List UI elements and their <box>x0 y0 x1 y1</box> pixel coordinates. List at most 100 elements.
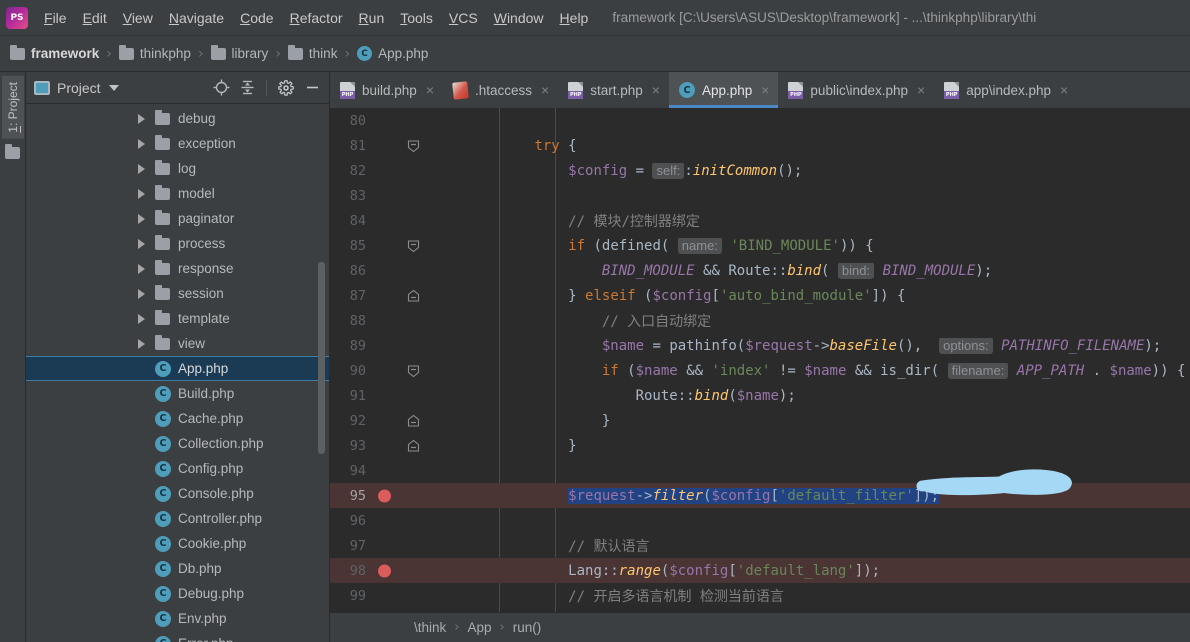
tree-item-console-php[interactable]: Console.php <box>26 481 329 506</box>
tree-item-env-php[interactable]: Env.php <box>26 606 329 631</box>
menu-item-refactor[interactable]: Refactor <box>282 6 351 30</box>
menu-item-file[interactable]: File <box>36 6 75 30</box>
fold-marker-fold-end[interactable] <box>407 414 420 427</box>
menu-item-run[interactable]: Run <box>351 6 393 30</box>
fold-marker-expanded-start[interactable] <box>407 239 420 252</box>
menu-item-window[interactable]: Window <box>486 6 552 30</box>
tree-item-session[interactable]: session <box>26 281 329 306</box>
code-line[interactable]: 83 <box>330 183 1190 208</box>
breadcrumb-item-framework[interactable]: framework <box>10 44 99 61</box>
code-line[interactable]: 94 <box>330 458 1190 483</box>
code-line[interactable]: 92 } <box>330 408 1190 433</box>
menu-item-code[interactable]: Code <box>232 6 281 30</box>
code-line[interactable]: 97 // 默认语言 <box>330 533 1190 558</box>
close-icon[interactable]: × <box>917 83 925 97</box>
status-breadcrumb-item[interactable]: App <box>467 620 491 635</box>
code-line[interactable]: 81 try { <box>330 133 1190 158</box>
tree-item-error-php[interactable]: Error.php <box>26 631 329 642</box>
code-line[interactable]: 84 // 模块/控制器绑定 <box>330 208 1190 233</box>
chevron-down-icon[interactable] <box>108 84 119 91</box>
close-icon[interactable]: × <box>652 83 660 97</box>
editor-tab-app-php[interactable]: App.php × <box>668 72 779 108</box>
breadcrumb-item-thinkphp[interactable]: thinkphp <box>118 44 191 61</box>
tree-item-debug[interactable]: debug <box>26 106 329 131</box>
close-icon[interactable]: × <box>541 83 549 97</box>
tree-item-cookie-php[interactable]: Cookie.php <box>26 531 329 556</box>
code-line[interactable]: 88 // 入口自动绑定 <box>330 308 1190 333</box>
tree-expand-arrow[interactable] <box>138 313 145 324</box>
tree-item-db-php[interactable]: Db.php <box>26 556 329 581</box>
breadcrumb-item-think[interactable]: think <box>287 44 337 61</box>
code-line[interactable]: 89 $name = pathinfo($request->baseFile()… <box>330 333 1190 358</box>
editor-tab-start-php[interactable]: start.php × <box>558 72 669 108</box>
tree-expand-arrow[interactable] <box>138 213 145 224</box>
fold-marker-expanded-start[interactable] <box>407 364 420 377</box>
tree-item-response[interactable]: response <box>26 256 329 281</box>
tree-item-log[interactable]: log <box>26 156 329 181</box>
hide-panel-icon[interactable] <box>301 77 323 99</box>
tree-item-exception[interactable]: exception <box>26 131 329 156</box>
tree-item-view[interactable]: view <box>26 331 329 356</box>
tree-item-collection-php[interactable]: Collection.php <box>26 431 329 456</box>
tree-item-cache-php[interactable]: Cache.php <box>26 406 329 431</box>
close-icon[interactable]: × <box>426 83 434 97</box>
menu-item-navigate[interactable]: Navigate <box>161 6 232 30</box>
project-file-tree[interactable]: debug exception log model paginator proc… <box>26 104 329 642</box>
menu-item-tools[interactable]: Tools <box>392 6 441 30</box>
code-line[interactable]: 100 $config['lang_switch_on'] && Lang::d… <box>330 608 1190 612</box>
menu-item-view[interactable]: View <box>115 6 161 30</box>
locate-target-icon[interactable] <box>210 77 232 99</box>
tool-window-button-project[interactable]: 1: Project <box>1 76 24 139</box>
code-line[interactable]: 90 if ($name && 'index' != $name && is_d… <box>330 358 1190 383</box>
code-line[interactable]: 93 } <box>330 433 1190 458</box>
breadcrumb-item-library[interactable]: library <box>210 44 268 61</box>
collapse-all-icon[interactable] <box>236 77 258 99</box>
menu-item-help[interactable]: Help <box>552 6 597 30</box>
code-editor[interactable]: 80 81 try { 82 $config = self::initCommo… <box>330 108 1190 612</box>
fold-marker-expanded-start[interactable] <box>407 139 420 152</box>
folder-icon[interactable] <box>5 143 20 159</box>
code-line[interactable]: 91 Route::bind($name); <box>330 383 1190 408</box>
tree-expand-arrow[interactable] <box>138 338 145 349</box>
tree-expand-arrow[interactable] <box>138 163 145 174</box>
code-line[interactable]: 98 Lang::range($config['default_lang']); <box>330 558 1190 583</box>
fold-marker-fold-end[interactable] <box>407 289 420 302</box>
tree-expand-arrow[interactable] <box>138 238 145 249</box>
code-line[interactable]: 80 <box>330 108 1190 133</box>
tree-item-config-php[interactable]: Config.php <box>26 456 329 481</box>
settings-gear-icon[interactable] <box>275 77 297 99</box>
code-line[interactable]: 87 } elseif ($config['auto_bind_module']… <box>330 283 1190 308</box>
tree-expand-arrow[interactable] <box>138 263 145 274</box>
editor-tab-build-php[interactable]: build.php × <box>330 72 443 108</box>
tree-item-debug-php[interactable]: Debug.php <box>26 581 329 606</box>
tree-expand-arrow[interactable] <box>138 288 145 299</box>
breakpoint-icon[interactable] <box>378 564 391 577</box>
tree-item-controller-php[interactable]: Controller.php <box>26 506 329 531</box>
tree-expand-arrow[interactable] <box>138 113 145 124</box>
menu-item-edit[interactable]: Edit <box>75 6 115 30</box>
tree-expand-arrow[interactable] <box>138 138 145 149</box>
editor-tab-app-index-php[interactable]: app\index.php × <box>934 72 1077 108</box>
close-icon[interactable]: × <box>1060 83 1068 97</box>
status-breadcrumb-item[interactable]: \think <box>414 620 446 635</box>
tree-item-build-php[interactable]: Build.php <box>26 381 329 406</box>
code-line[interactable]: 86 BIND_MODULE && Route::bind( bind: BIN… <box>330 258 1190 283</box>
tree-item-template[interactable]: template <box>26 306 329 331</box>
tree-expand-arrow[interactable] <box>138 188 145 199</box>
close-icon[interactable]: × <box>761 83 769 97</box>
code-line[interactable]: 96 <box>330 508 1190 533</box>
breadcrumb-item-app-php[interactable]: App.php <box>357 46 428 61</box>
editor-tab-public-index-php[interactable]: public\index.php × <box>778 72 934 108</box>
tree-item-process[interactable]: process <box>26 231 329 256</box>
tree-item-model[interactable]: model <box>26 181 329 206</box>
code-line[interactable]: 95 $request->filter($config['default_fil… <box>330 483 1190 508</box>
tree-item-paginator[interactable]: paginator <box>26 206 329 231</box>
breakpoint-icon[interactable] <box>378 489 391 502</box>
fold-marker-fold-end[interactable] <box>407 439 420 452</box>
code-line[interactable]: 99 // 开启多语言机制 检测当前语言 <box>330 583 1190 608</box>
project-panel-scrollbar[interactable] <box>318 262 325 454</box>
status-breadcrumb-item[interactable]: run() <box>513 620 542 635</box>
editor-tab--htaccess[interactable]: .htaccess × <box>443 72 558 108</box>
code-line[interactable]: 85 if (defined( name: 'BIND_MODULE')) { <box>330 233 1190 258</box>
code-line[interactable]: 82 $config = self::initCommon(); <box>330 158 1190 183</box>
